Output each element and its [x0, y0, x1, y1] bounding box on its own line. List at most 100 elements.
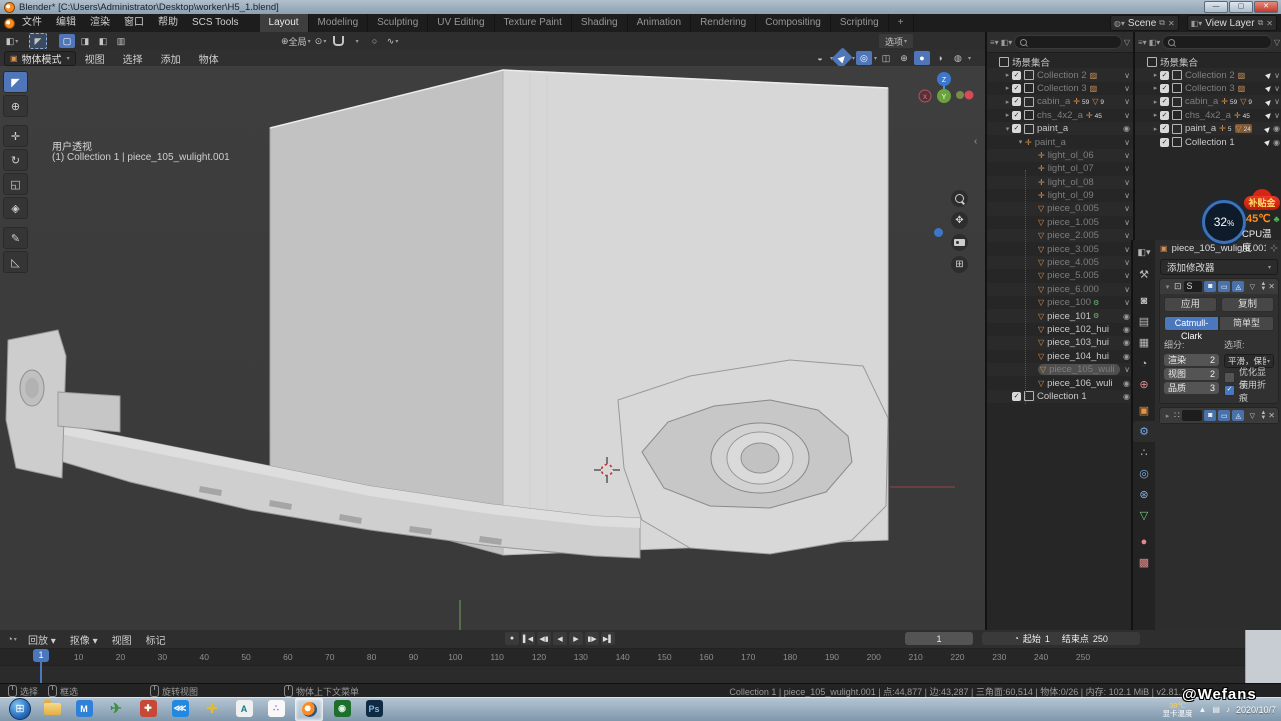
modifier-header[interactable]: ▾ ⊡ S ◙ ▭ ◬ ▽ ▲▼ ✕ — [1160, 279, 1278, 294]
viewport-menu-item[interactable]: 添加 — [152, 51, 190, 66]
cage-toggle[interactable]: ▽ — [1246, 281, 1258, 292]
expand-icon[interactable]: ▸ — [1003, 98, 1012, 106]
navigation-gizmo[interactable]: Z X Y — [916, 70, 974, 110]
pan-button[interactable]: ✥ — [951, 212, 968, 229]
timeline-menu-item[interactable]: 回放 ▾ — [21, 632, 63, 647]
cursor-tool[interactable]: ⊕ — [3, 95, 28, 117]
checkbox[interactable]: ✓ — [1224, 385, 1235, 396]
gizmo-axis-dot[interactable] — [965, 91, 974, 100]
outliner-row[interactable]: ▽piece_102_hui◉ — [987, 323, 1133, 336]
toggle-xray[interactable]: ◫ — [878, 51, 894, 65]
object-data-tab[interactable]: ▽ — [1133, 505, 1155, 526]
menu-item[interactable]: 窗口 — [117, 14, 151, 32]
prev-keyframe-button[interactable]: ◀▮ — [537, 632, 551, 645]
photoshop[interactable]: Ps — [361, 698, 387, 719]
checkbox[interactable]: ✓ — [1160, 138, 1169, 147]
menu-item[interactable]: SCS Tools — [185, 14, 246, 32]
expand-icon[interactable]: ▸ — [1163, 412, 1172, 420]
start-frame-field[interactable]: 1 — [1045, 634, 1050, 644]
delete-modifier-icon[interactable]: ✕ — [1268, 411, 1275, 420]
next-keyframe-button[interactable]: ▮▶ — [585, 632, 599, 645]
hidden-chevron-icon[interactable]: ∨ — [1121, 204, 1130, 213]
outliner-row[interactable]: ✛light_ol_08∨ — [987, 176, 1133, 189]
shading-material[interactable]: ◑ — [932, 51, 948, 65]
3d-viewport[interactable]: 用户透视 (1) Collection 1 | piece_105_wuligh… — [0, 66, 985, 630]
playhead-badge[interactable]: 1 — [33, 649, 49, 662]
workspace-tab-rendering[interactable]: Rendering — [691, 14, 756, 32]
outliner-row[interactable]: ▾✓paint_a◉ — [987, 122, 1133, 135]
outliner-row[interactable]: ✓Collection 1◉ — [987, 390, 1133, 403]
workspace-tab-scripting[interactable]: Scripting — [831, 14, 889, 32]
hidden-chevron-icon[interactable]: ∨ — [1121, 231, 1130, 240]
visibility-eye-icon[interactable]: ◉ — [1120, 325, 1130, 334]
outliner-row[interactable]: ✛light_ol_09∨ — [987, 189, 1133, 202]
outliner-row[interactable]: ▽piece_103_hui◉ — [987, 336, 1133, 349]
workspace-tab-texture-paint[interactable]: Texture Paint — [495, 14, 572, 32]
add-modifier-dropdown[interactable]: 添加修改器▾ — [1160, 259, 1278, 275]
modifier-视图-field[interactable]: 视图2 — [1164, 368, 1219, 380]
jump-to-end-button[interactable]: ▶▌ — [601, 632, 615, 645]
modifier-品质-field[interactable]: 品质3 — [1164, 382, 1219, 394]
expand-icon[interactable]: ▾ — [1003, 125, 1012, 133]
hidden-chevron-icon[interactable]: ∨ — [1121, 191, 1130, 200]
outliner-row[interactable]: ▸✓chs_4x2_a✛45∨ — [987, 109, 1133, 122]
orthographic-button[interactable]: ⊞ — [951, 256, 968, 273]
checkbox[interactable] — [1224, 372, 1235, 383]
hidden-chevron-icon[interactable]: ∨ — [1121, 111, 1130, 120]
workspace-tab-sculpting[interactable]: Sculpting — [368, 14, 428, 32]
viewport-menu-item[interactable]: 选择 — [114, 51, 152, 66]
hidden-chevron-icon[interactable]: ∨ — [1121, 245, 1130, 254]
display-mode-icon[interactable]: ◧▾ — [1149, 38, 1161, 47]
options-dropdown[interactable]: 选项▾ — [879, 34, 913, 48]
workspace-tab-animation[interactable]: Animation — [628, 14, 691, 32]
outliner-row[interactable]: ▽piece_106_wuli◉ — [987, 376, 1133, 389]
menu-item[interactable]: 帮助 — [151, 14, 185, 32]
outliner-row[interactable]: ▸✓cabin_a✛59▽9▶∨ — [1135, 95, 1281, 108]
render-toggle[interactable]: ◙ — [1204, 281, 1216, 292]
gizmo-minus-z-dot[interactable] — [934, 228, 943, 237]
acdsee[interactable]: ◉ — [329, 698, 355, 719]
outliner-row[interactable]: ▽piece_6.000∨ — [987, 283, 1133, 296]
search-input[interactable] — [1014, 35, 1122, 49]
viewport-menu-item[interactable]: 物体 — [190, 51, 228, 66]
gpu-temp-widget[interactable]: 38℃ 显卡温度 — [1162, 702, 1192, 718]
annotate-tool[interactable]: ✎ — [3, 227, 28, 249]
ruler-app[interactable]: ✛ — [199, 698, 225, 719]
rotate-tool[interactable]: ↻ — [3, 149, 28, 171]
modifier-渲染-field[interactable]: 渲染2 — [1164, 354, 1219, 366]
current-frame-field[interactable]: 1 — [905, 632, 973, 645]
outliner-row[interactable]: 场景集合 — [1135, 55, 1281, 68]
properties-editor-type-button[interactable]: ◧▾ — [1133, 240, 1155, 264]
outliner-row[interactable]: ▽piece_1.005∨ — [987, 216, 1133, 229]
expand-icon[interactable]: ▸ — [1003, 111, 1012, 119]
outliner-row[interactable]: ✛light_ol_07∨ — [987, 162, 1133, 175]
physics-tab[interactable]: ◎ — [1133, 463, 1155, 484]
editmode-toggle[interactable]: ◬ — [1232, 410, 1244, 421]
select-mode-extend[interactable]: ◨ — [77, 34, 93, 48]
modifier-name-field[interactable]: S — [1184, 281, 1203, 292]
camera-view-button[interactable] — [951, 234, 968, 251]
timeline-menu-item[interactable]: 抠像 ▾ — [63, 632, 105, 647]
scene-tab[interactable]: ◔ — [1133, 353, 1155, 374]
viewport-menu-item[interactable]: 视图 — [76, 51, 114, 66]
outliner-row[interactable]: ▸✓chs_4x2_a✛45▶∨ — [1135, 109, 1281, 122]
view-layer-tab[interactable]: ▦ — [1133, 332, 1155, 353]
autodesk[interactable]: A — [231, 698, 257, 719]
visibility-eye-icon[interactable]: ◉ — [1120, 312, 1130, 321]
tray-expand-icon[interactable]: ▲ — [1198, 705, 1206, 714]
outliner-row[interactable]: ▽piece_0.005∨ — [987, 202, 1133, 215]
checkbox[interactable]: ✓ — [1012, 97, 1021, 106]
mode-selector[interactable]: ▣ 物体模式 ▾ — [4, 51, 76, 66]
dropdown-arrow-icon[interactable]: ▾ — [968, 55, 971, 62]
catmull-clark-button[interactable]: Catmull-Clark — [1164, 316, 1219, 331]
outliner-row[interactable]: ▽piece_3.005∨ — [987, 242, 1133, 255]
filter-icon[interactable]: ▽ — [1274, 38, 1280, 47]
maxthon[interactable]: M — [71, 698, 97, 719]
workspace-tab-layout[interactable]: Layout — [260, 14, 309, 32]
play-reverse-button[interactable]: ◀ — [553, 632, 567, 645]
visibility-eye-icon[interactable]: ◉ — [1120, 124, 1130, 133]
constraints-tab[interactable]: ⊛ — [1133, 484, 1155, 505]
display-mode-icon[interactable]: ◧▾ — [1001, 38, 1013, 47]
xunlei[interactable]: ⋘ — [167, 698, 193, 719]
measure-tool[interactable]: ◺ — [3, 251, 28, 273]
